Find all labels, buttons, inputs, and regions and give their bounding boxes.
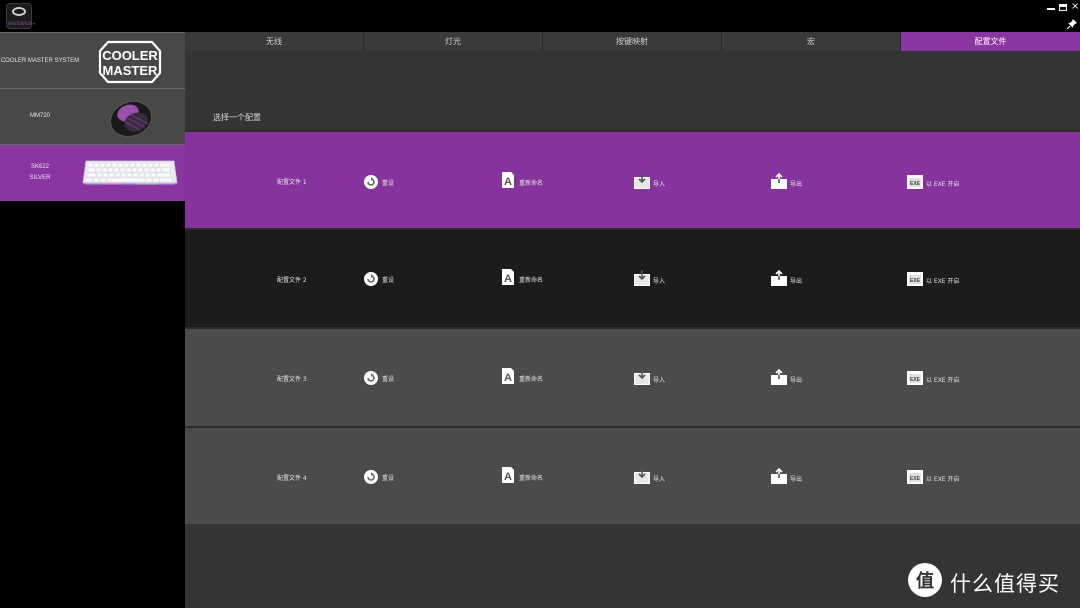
profile-row-2[interactable]: 配置文件 2 重设 A 重新命名 导入 导出 EXE 以 EXE 开启 [185,230,1080,327]
tab-macro[interactable]: 宏 [722,32,901,51]
rename-label: 重新命名 [519,376,544,383]
section-label: 选择一个配置 [213,113,261,122]
svg-text:A: A [504,471,512,483]
pin-icon[interactable] [1067,19,1077,29]
import-icon [634,270,650,286]
reset-label: 重设 [382,277,395,284]
rename-icon: A [502,172,514,188]
svg-text:值: 值 [916,570,934,592]
title-bar: MASTERPLUS+ × [0,0,1080,32]
tab-bar: 无线 灯光 按键映射 宏 配置文件 [185,32,1080,51]
svg-text:EXE: EXE [910,278,921,284]
app-logo-ring [12,7,26,16]
svg-text:EXE: EXE [910,476,921,482]
tab-wireless[interactable]: 无线 [185,32,364,51]
export-icon [771,270,787,286]
reset-icon [364,470,378,484]
svg-text:A: A [504,176,512,188]
import-label: 导入 [653,181,666,188]
profile-name: 配置文件 1 [277,179,307,186]
profile-name: 配置文件 4 [277,475,307,482]
logo-word-2: MASTER [103,63,159,78]
mouse-image [109,100,153,138]
exe-label: 以 EXE 开启 [926,476,960,483]
device-name-line1: SK622 [30,164,49,170]
app-logo[interactable]: MASTERPLUS+ [6,3,36,29]
tab-key-mapping[interactable]: 按键映射 [543,32,722,51]
device-sidebar: COOLER MASTER SYSTEM COOLER MASTER MM720… [0,32,185,608]
close-button[interactable]: × [1071,2,1079,12]
export-label: 导出 [790,181,803,188]
device-item-sk622-silver[interactable]: SK622 SILVER [0,145,185,201]
import-icon [634,173,650,189]
rename-icon: A [502,368,514,384]
reset-icon [364,371,378,385]
rename-icon: A [502,269,514,285]
tab-lighting[interactable]: 灯光 [364,32,543,51]
import-icon [634,468,650,484]
device-name: MM720 [29,113,50,119]
exe-label: 以 EXE 开启 [926,278,960,285]
export-label: 导出 [790,377,803,384]
profile-row-1[interactable]: 配置文件 1 重设 A 重新命名 导入 导出 EXE 以 EXE 开启 [185,132,1080,228]
reset-label: 重设 [382,180,395,187]
profile-row-3[interactable]: 配置文件 3 重设 A 重新命名 导入 导出 EXE 以 EXE 开启 [185,329,1080,426]
exe-icon: EXE [907,175,923,189]
rename-label: 重新命名 [519,277,544,284]
export-icon [771,369,787,385]
exe-label: 以 EXE 开启 [926,377,960,384]
import-icon [634,369,650,385]
export-icon [771,468,787,484]
reset-icon [364,175,378,189]
maximize-button[interactable] [1059,4,1067,11]
export-label: 导出 [790,476,803,483]
reset-label: 重设 [382,475,395,482]
export-icon [771,173,787,189]
svg-text:A: A [504,372,512,384]
exe-label: 以 EXE 开启 [926,181,960,188]
import-label: 导入 [653,278,666,285]
profile-name: 配置文件 2 [277,277,307,284]
exe-icon: EXE [907,272,923,286]
import-label: 导入 [653,377,666,384]
keyboard-image [82,160,178,185]
watermark-text: 什么值得买 [950,572,1060,596]
device-item-cooler-master-system[interactable]: COOLER MASTER SYSTEM COOLER MASTER [0,32,185,89]
exe-icon: EXE [907,371,923,385]
svg-text:A: A [504,273,512,285]
profile-name: 配置文件 3 [277,376,307,383]
device-item-mm720[interactable]: MM720 [0,89,185,145]
import-label: 导入 [653,476,666,483]
tab-profiles[interactable]: 配置文件 [901,32,1080,51]
rename-label: 重新命名 [519,180,544,187]
svg-text:EXE: EXE [910,181,921,187]
app-logo-text: MASTERPLUS+ [8,21,36,26]
device-name: COOLER MASTER SYSTEM [0,58,80,64]
logo-word-1: COOLER [102,48,158,63]
reset-label: 重设 [382,376,395,383]
exe-icon: EXE [907,470,923,484]
cooler-master-logo: COOLER MASTER [98,40,162,84]
watermark-logo-icon: 值 [908,563,942,597]
rename-icon: A [502,467,514,483]
profiles-panel: 选择一个配置 配置文件 1 重设 A 重新命名 导入 导出 EXE 以 EXE … [185,51,1080,608]
device-name-line2: SILVER [29,175,51,181]
rename-label: 重新命名 [519,475,544,482]
svg-text:EXE: EXE [910,377,921,383]
minimize-button[interactable] [1047,4,1055,10]
export-label: 导出 [790,278,803,285]
reset-icon [364,272,378,286]
profile-row-4[interactable]: 配置文件 4 重设 A 重新命名 导入 导出 EXE 以 EXE 开启 [185,428,1080,524]
